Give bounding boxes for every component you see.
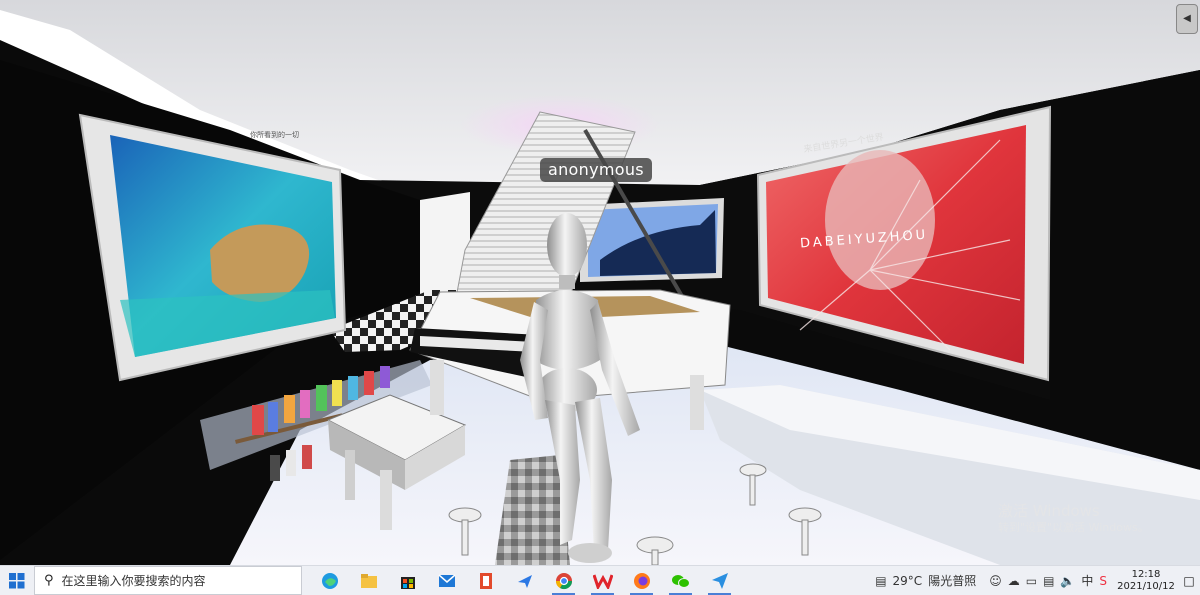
weather-temp[interactable]: 29°C [893, 574, 923, 588]
store-app-button[interactable] [388, 566, 427, 595]
send-app-button[interactable] [700, 566, 739, 595]
office-icon [479, 572, 492, 589]
wechat-icon [671, 574, 690, 588]
firefox-icon [633, 572, 650, 589]
office-app-button[interactable] [466, 566, 505, 595]
weather-desc[interactable]: 陽光普照 [928, 572, 976, 589]
sogou-icon[interactable]: S [1099, 574, 1107, 588]
clock[interactable]: 12:18 2021/10/12 [1114, 569, 1178, 593]
mail-app-button[interactable] [427, 566, 466, 595]
volume-icon[interactable]: 🔈 [1060, 574, 1075, 588]
screen-left-label: 你所看到的一切 [250, 131, 299, 139]
clock-date: 2021/10/12 [1117, 580, 1175, 592]
activation-watermark-title: 激活 Windows [998, 502, 1100, 520]
taskbar-search-box[interactable]: ⚲ 在这里输入你要搜索的内容 [34, 566, 302, 595]
chrome-app-button[interactable] [544, 566, 583, 595]
notification-icon: □ [1183, 573, 1195, 588]
wechat-app-button[interactable] [661, 566, 700, 595]
battery-icon[interactable]: ▭ [1026, 574, 1037, 588]
cloud-icon[interactable]: ☁ [1008, 574, 1020, 588]
mail-icon [438, 573, 455, 587]
taskbar: ⚲ 在这里输入你要搜索的内容 ▤ 29°C 陽光普照 ☺ ☁ ▭ ▤ 🔈 中 S… [0, 565, 1200, 595]
edge-icon [321, 572, 338, 589]
taskbar-apps [310, 566, 739, 595]
network-icon[interactable]: ▤ [1043, 574, 1054, 588]
wps-icon [592, 574, 613, 589]
bird-icon [517, 574, 532, 588]
firefox-app-button[interactable] [622, 566, 661, 595]
feishu-app-button[interactable] [505, 566, 544, 595]
clock-time: 12:18 [1131, 568, 1161, 580]
news-widget-icon[interactable]: ▤ [875, 574, 886, 588]
player-nametag: anonymous [540, 158, 652, 182]
ime-indicator[interactable]: 中 [1081, 572, 1093, 589]
search-placeholder: 在这里输入你要搜索的内容 [61, 574, 206, 588]
paper-plane-icon [711, 572, 728, 589]
wps-app-button[interactable] [583, 566, 622, 595]
system-tray: ▤ 29°C 陽光普照 ☺ ☁ ▭ ▤ 🔈 中 S 12:18 2021/10/… [872, 566, 1200, 595]
file-explorer-app-button[interactable] [349, 566, 388, 595]
edge-app-button[interactable] [310, 566, 349, 595]
chrome-icon [555, 572, 572, 589]
search-icon: ⚲ [44, 573, 54, 588]
start-button[interactable] [0, 566, 34, 595]
game-viewport[interactable]: anonymous 你所看到的一切 来自世界另一个世界 DABEIYUZHOU … [0, 0, 1200, 565]
activation-watermark-subtitle: 转到"设置"以激活 Windows。 [998, 521, 1149, 534]
notification-center-button[interactable]: □ [1178, 566, 1200, 595]
store-bag-icon [400, 576, 415, 589]
collapse-panel-button[interactable]: ◀ [1176, 4, 1198, 34]
windows-logo-icon [9, 572, 25, 588]
folder-icon [360, 573, 377, 588]
scene-render [0, 0, 1200, 565]
people-icon[interactable]: ☺ [989, 574, 1002, 588]
